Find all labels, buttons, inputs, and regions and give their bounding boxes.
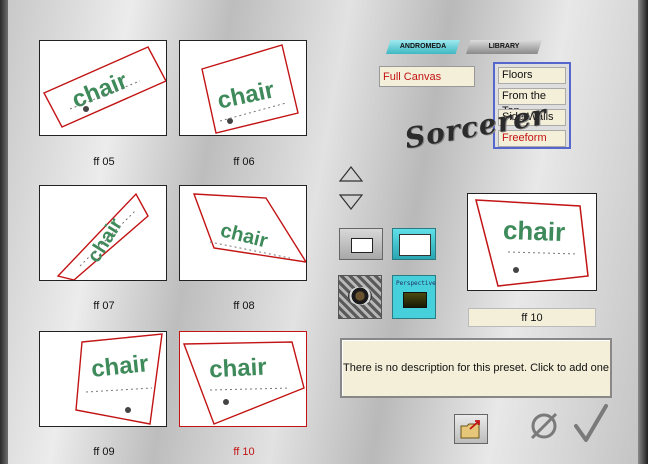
perspective-button-label: Perspective (396, 280, 436, 287)
cancel-icon[interactable] (528, 410, 560, 442)
preset-ff10-preview-art: chair (182, 341, 305, 425)
small-frame-icon (351, 238, 373, 253)
category-floors[interactable]: Floors (498, 67, 566, 84)
preset-thumbnail-ff07[interactable]: chair (39, 185, 167, 281)
preset-caption-ff05: ff 05 (93, 156, 115, 168)
preset-ff09-preview-art: chair (75, 333, 163, 425)
tab-library[interactable]: LIBRARY (466, 40, 542, 54)
frame-style-full-button[interactable] (392, 228, 436, 260)
window-right-edge (638, 0, 648, 464)
preset-ff05-preview-art: chair (43, 46, 166, 128)
preset-thumbnail-ff10[interactable]: chair (179, 331, 307, 427)
perspective-button[interactable]: Perspective (392, 275, 436, 319)
full-frame-icon (399, 234, 431, 256)
preset-name-field[interactable]: ff 10 (468, 308, 596, 327)
preset-caption-ff08: ff 08 (233, 300, 255, 312)
svg-text:chair: chair (68, 67, 131, 114)
folder-icon (460, 420, 480, 439)
frame-style-small-button[interactable] (339, 228, 383, 260)
tab-andromeda[interactable]: ANDROMEDA (386, 40, 460, 54)
svg-text:chair: chair (218, 220, 270, 253)
preset-ff08-preview-art: chair (192, 193, 306, 263)
canvas-mode-selector[interactable]: Full Canvas (379, 66, 475, 87)
perspective-icon (403, 292, 427, 308)
preset-thumbnail-ff08[interactable]: chair (179, 185, 307, 281)
ok-checkmark-icon[interactable] (572, 404, 608, 444)
preset-caption-ff07: ff 07 (93, 300, 115, 312)
window-left-edge (0, 0, 8, 464)
preset-ff07-preview-art: chair (56, 192, 149, 280)
main-preview: chair (467, 193, 597, 291)
svg-text:chair: chair (215, 76, 277, 114)
texture-button[interactable] (338, 275, 382, 319)
preset-ff06-preview-art: chair (201, 44, 299, 134)
description-box[interactable]: There is no description for this preset.… (340, 338, 612, 398)
texture-icon (348, 287, 372, 305)
preset-thumbnail-ff05[interactable]: chair (39, 40, 167, 136)
preset-thumbnail-ff09[interactable]: chair (39, 331, 167, 427)
preset-thumbnail-ff06[interactable]: chair (179, 40, 307, 136)
scroll-down-arrow-icon[interactable] (338, 193, 364, 211)
svg-text:chair: chair (503, 215, 566, 247)
svg-text:chair: chair (209, 354, 268, 384)
preset-caption-ff06: ff 06 (233, 156, 255, 168)
scroll-up-arrow-icon[interactable] (338, 165, 364, 183)
preset-caption-ff10: ff 10 (233, 446, 255, 458)
main-preview-art: chair (475, 199, 589, 287)
preset-caption-ff09: ff 09 (93, 446, 115, 458)
open-folder-button[interactable] (454, 414, 488, 444)
svg-text:chair: chair (90, 350, 150, 383)
